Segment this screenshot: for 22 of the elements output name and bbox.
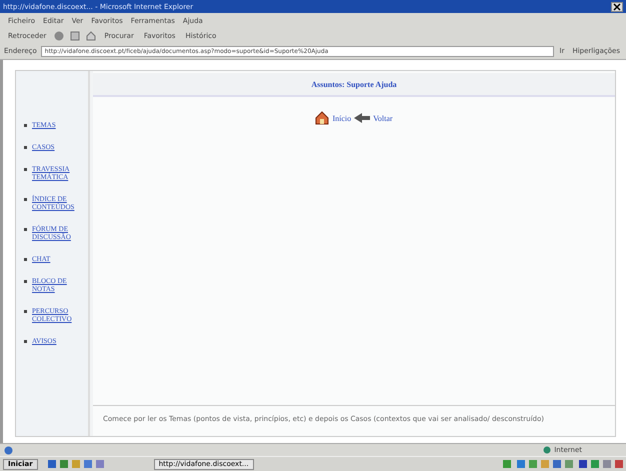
quick-launch-icons[interactable]: [48, 459, 104, 469]
bullet-icon: [24, 198, 27, 201]
arrow-left-icon: [354, 113, 370, 123]
stop-icon[interactable]: [54, 30, 64, 40]
refresh-icon[interactable]: [70, 30, 80, 40]
close-button[interactable]: [611, 2, 623, 12]
house-icon: [315, 111, 330, 125]
globe-icon: [543, 446, 552, 454]
bullet-icon: [24, 258, 27, 261]
tray-icons[interactable]: [503, 459, 623, 469]
bullet-icon: [24, 146, 27, 149]
nav-link[interactable]: Início: [332, 114, 352, 122]
bullet-icon: [24, 168, 27, 171]
home-icon[interactable]: [86, 30, 96, 40]
nav-link[interactable]: Voltar: [373, 114, 393, 122]
bullet-icon: [24, 280, 27, 283]
page-heading: Assuntos: Suporte Ajuda: [311, 80, 397, 88]
bullet-icon: [24, 310, 27, 313]
page-icon: [4, 446, 13, 454]
bullet-icon: [24, 340, 27, 343]
bullet-icon: [24, 228, 27, 231]
bullet-icon: [24, 124, 27, 127]
